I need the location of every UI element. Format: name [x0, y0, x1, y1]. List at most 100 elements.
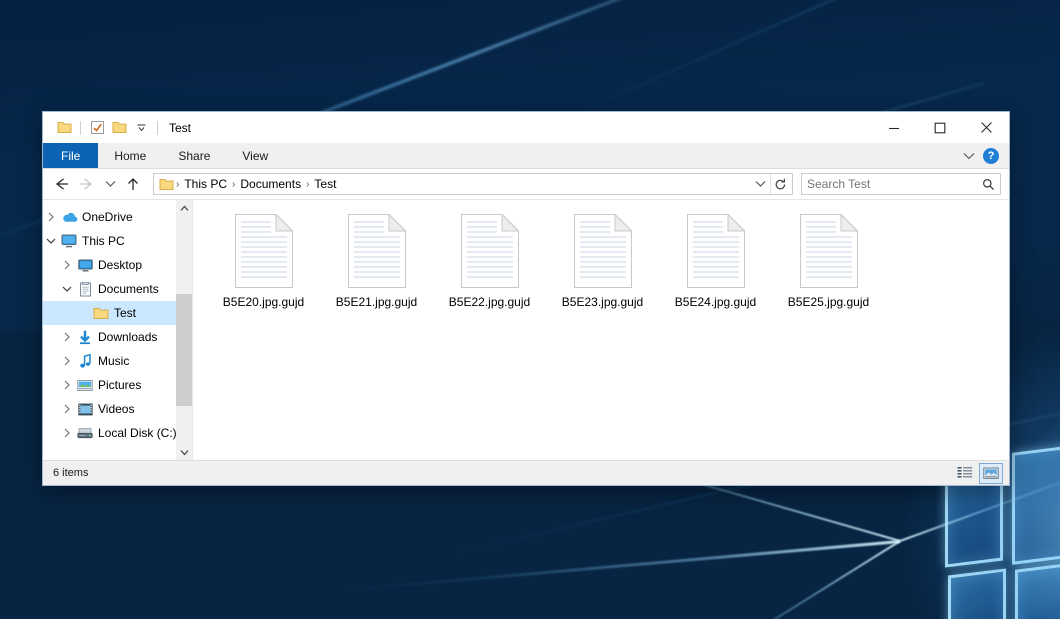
chevron-down-icon[interactable] [43, 237, 59, 245]
tab-view[interactable]: View [226, 143, 284, 168]
close-button[interactable] [963, 112, 1009, 143]
file-name-label: B5E20.jpg.gujd [223, 295, 304, 309]
file-name-label: B5E23.jpg.gujd [562, 295, 643, 309]
tab-home[interactable]: Home [98, 143, 162, 168]
chevron-right-icon[interactable] [59, 260, 75, 270]
up-button[interactable] [121, 172, 145, 196]
sidebar-item-test[interactable]: Test [43, 301, 192, 325]
chevron-down-icon[interactable] [130, 117, 152, 139]
sidebar-item-label: Documents [95, 282, 159, 296]
file-list-view[interactable]: B5E20.jpg.gujd [193, 200, 1009, 460]
breadcrumb-item-this-pc[interactable]: This PC [181, 177, 230, 191]
navigation-pane: OneDrive This PC [43, 200, 193, 460]
folder-icon[interactable] [53, 117, 75, 139]
help-icon[interactable]: ? [983, 148, 999, 164]
file-item[interactable]: B5E24.jpg.gujd [659, 210, 772, 332]
large-icons-view-button[interactable] [979, 463, 1003, 484]
tab-file[interactable]: File [43, 143, 98, 168]
address-bar: › This PC › Documents › Test [43, 169, 1009, 199]
chevron-right-icon[interactable] [59, 404, 75, 414]
file-item[interactable]: B5E20.jpg.gujd [207, 210, 320, 332]
ribbon-right-controls: ? [963, 143, 1005, 169]
new-folder-icon[interactable] [108, 117, 130, 139]
videos-icon [75, 403, 95, 416]
chevron-right-icon[interactable] [59, 356, 75, 366]
pictures-icon [75, 379, 95, 392]
quick-access-toolbar: Test [43, 117, 191, 139]
file-item[interactable]: B5E25.jpg.gujd [772, 210, 885, 332]
search-icon[interactable] [982, 178, 995, 191]
downloads-icon [75, 330, 95, 345]
scroll-down-button[interactable] [176, 444, 192, 460]
window-controls [871, 112, 1009, 143]
breadcrumb-separator[interactable]: › [230, 179, 237, 190]
qat-separator [157, 121, 158, 135]
generic-document-icon [348, 214, 406, 288]
thispc-icon [59, 234, 79, 248]
generic-document-icon [235, 214, 293, 288]
breadcrumb-item-documents[interactable]: Documents [237, 177, 304, 191]
file-name-label: B5E24.jpg.gujd [675, 295, 756, 309]
sidebar-item-label: Videos [95, 402, 134, 416]
item-count-label: 6 items [53, 467, 88, 479]
scrollbar-thumb[interactable] [176, 294, 192, 406]
file-item[interactable]: B5E22.jpg.gujd [433, 210, 546, 332]
details-view-button[interactable] [953, 463, 977, 484]
drive-icon [75, 427, 95, 439]
sidebar-item-downloads[interactable]: Downloads [43, 325, 192, 349]
search-box[interactable] [801, 173, 1001, 195]
sidebar-item-label: Test [111, 306, 136, 320]
properties-icon[interactable] [86, 117, 108, 139]
scroll-up-button[interactable] [176, 200, 192, 216]
chevron-down-icon[interactable] [963, 149, 975, 163]
maximize-button[interactable] [917, 112, 963, 143]
qat-separator [80, 121, 81, 135]
sidebar-item-desktop[interactable]: Desktop [43, 253, 192, 277]
sidebar-item-label: Local Disk (C:) [95, 426, 177, 440]
sidebar-item-videos[interactable]: Videos [43, 397, 192, 421]
file-item[interactable]: B5E21.jpg.gujd [320, 210, 433, 332]
back-button[interactable] [49, 172, 73, 196]
sidebar-item-this-pc[interactable]: This PC [43, 229, 192, 253]
refresh-icon[interactable] [770, 174, 790, 194]
onedrive-icon [59, 211, 79, 223]
minimize-button[interactable] [871, 112, 917, 143]
chevron-right-icon[interactable] [59, 380, 75, 390]
file-item[interactable]: B5E23.jpg.gujd [546, 210, 659, 332]
chevron-right-icon[interactable] [43, 212, 59, 222]
breadcrumb[interactable]: › This PC › Documents › Test [153, 173, 793, 195]
file-name-label: B5E25.jpg.gujd [788, 295, 869, 309]
chevron-right-icon[interactable] [59, 332, 75, 342]
breadcrumb-item-test[interactable]: Test [311, 177, 339, 191]
folder-tree: OneDrive This PC [43, 200, 192, 445]
navigation-pane-scrollbar[interactable] [176, 200, 192, 460]
window-title: Test [169, 121, 191, 135]
generic-document-icon [574, 214, 632, 288]
desktop: Test File Home Share View [0, 0, 1060, 619]
sidebar-item-label: Desktop [95, 258, 142, 272]
chevron-right-icon[interactable] [59, 428, 75, 438]
file-name-label: B5E22.jpg.gujd [449, 295, 530, 309]
chevron-down-icon[interactable] [750, 174, 770, 194]
generic-document-icon [461, 214, 519, 288]
sidebar-item-music[interactable]: Music [43, 349, 192, 373]
generic-document-icon [800, 214, 858, 288]
forward-button[interactable] [75, 172, 99, 196]
scrollbar-track[interactable] [176, 216, 192, 444]
sidebar-item-label: This PC [79, 234, 125, 248]
ribbon-tab-bar: File Home Share View ? [43, 143, 1009, 169]
sidebar-item-label: OneDrive [79, 210, 133, 224]
status-bar: 6 items [43, 460, 1009, 485]
breadcrumb-separator[interactable]: › [174, 179, 181, 190]
explorer-body: OneDrive This PC [43, 199, 1009, 460]
documents-icon [75, 282, 95, 297]
tab-share[interactable]: Share [162, 143, 226, 168]
breadcrumb-separator[interactable]: › [304, 179, 311, 190]
sidebar-item-documents[interactable]: Documents [43, 277, 192, 301]
recent-locations-button[interactable] [101, 172, 119, 196]
sidebar-item-onedrive[interactable]: OneDrive [43, 205, 192, 229]
chevron-down-icon[interactable] [59, 285, 75, 293]
search-input[interactable] [807, 177, 982, 191]
sidebar-item-pictures[interactable]: Pictures [43, 373, 192, 397]
sidebar-item-local-disk-c[interactable]: Local Disk (C:) [43, 421, 192, 445]
